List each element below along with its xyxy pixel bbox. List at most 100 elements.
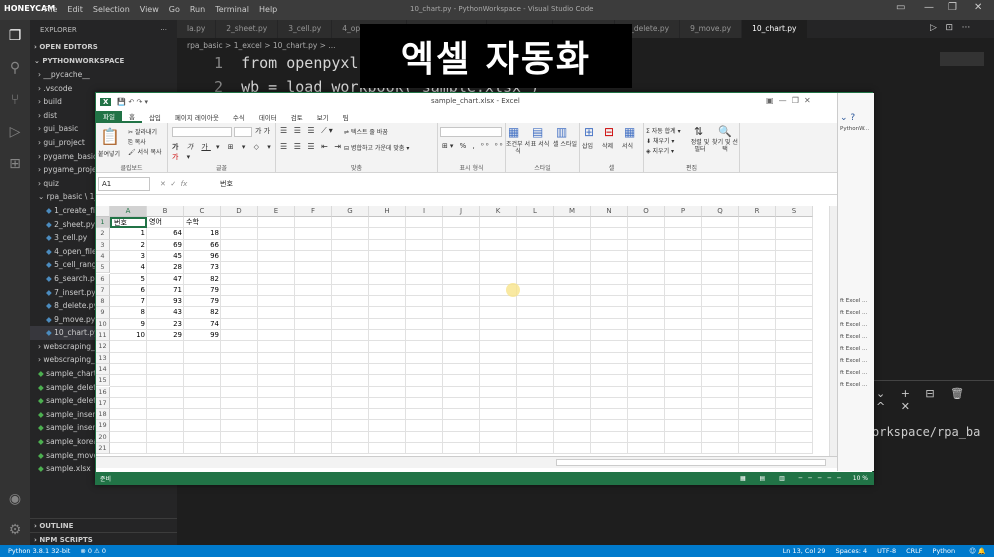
data-cell[interactable]: 28 (147, 262, 184, 273)
workspace-section[interactable]: ⌄ PYTHONWORKSPACE (30, 54, 177, 68)
editor-tab[interactable]: 2_sheet.py (216, 20, 279, 38)
grid-corner[interactable] (96, 206, 110, 217)
data-cell[interactable]: 69 (147, 240, 184, 251)
data-cell[interactable]: 5 (110, 274, 147, 285)
data-cell[interactable]: 2 (110, 240, 147, 251)
insert-cells-icon[interactable]: ⊞ (584, 125, 594, 139)
column-header[interactable]: A (110, 206, 147, 217)
data-cell[interactable]: 93 (147, 296, 184, 307)
data-cell[interactable]: 71 (147, 285, 184, 296)
maximize-button[interactable]: ❐ (948, 2, 957, 13)
row-header[interactable]: 17 (96, 397, 110, 410)
paste-button[interactable]: 붙여넣기 (98, 149, 120, 158)
data-cell[interactable]: 10 (110, 330, 147, 341)
side-panel-item[interactable]: ft Excel ... (838, 319, 874, 331)
format-painter-button[interactable]: 🖌 서식 복사 (128, 147, 162, 156)
header-cell[interactable]: 번호 (110, 217, 147, 229)
data-cell[interactable]: 82 (184, 307, 221, 318)
minimize-button[interactable]: — (924, 2, 934, 13)
wrap-text-button[interactable]: ⇌ 텍스트 줄 바꿈 (344, 127, 388, 136)
column-header[interactable]: M (554, 206, 591, 217)
row-header[interactable]: 6 (96, 273, 110, 285)
view-buttons[interactable]: ▦ ▤ ▥ ───── (740, 475, 847, 482)
menu-item-run[interactable]: Run (190, 5, 205, 14)
sort-filter-icon[interactable]: ⇅ (694, 125, 703, 138)
number-format-select[interactable] (440, 127, 502, 137)
data-cell[interactable]: 1 (110, 228, 147, 239)
cell-styles-button[interactable]: 셀 스타일 (552, 141, 578, 148)
worksheet-grid[interactable]: A B C D E F G H I J K L M N O P Q R S 1 2 3 4 5 6 7 8 9 10 11 12 13 14 15… (96, 206, 836, 456)
clear-button[interactable]: ◈ 지우기 ▾ (646, 146, 674, 155)
align-top-icons[interactable]: ☰ ☰ ☰ ⟋▾ (280, 126, 335, 136)
menu-item-selection[interactable]: Selection (93, 5, 130, 14)
search-icon[interactable]: ⚲ (0, 52, 30, 84)
column-header[interactable]: P (665, 206, 702, 217)
column-header[interactable]: L (517, 206, 554, 217)
minimap[interactable] (940, 52, 984, 66)
insert-cells-button[interactable]: 삽입 (582, 141, 593, 150)
row-header[interactable]: 14 (96, 363, 110, 376)
explorer-icon[interactable]: ❐ (0, 20, 30, 52)
encoding[interactable]: UTF-8 (877, 547, 896, 555)
side-panel-item[interactable]: ft Excel ... (838, 343, 874, 355)
data-cell[interactable]: 99 (184, 330, 221, 341)
end-of-line[interactable]: CRLF (906, 547, 922, 555)
ribbon-tab[interactable]: 수식 (226, 112, 252, 122)
data-cell[interactable]: 18 (184, 228, 221, 239)
column-header[interactable]: B (147, 206, 184, 217)
column-header[interactable]: G (332, 206, 369, 217)
row-header[interactable]: 11 (96, 330, 110, 342)
row-header[interactable]: 18 (96, 409, 110, 421)
more-actions-icon[interactable]: ··· (160, 20, 167, 40)
column-header[interactable]: Q (702, 206, 739, 217)
font-name-select[interactable] (172, 127, 232, 137)
row-header[interactable]: 20 (96, 431, 110, 443)
side-panel-item[interactable]: ft Excel ... (838, 379, 874, 391)
extensions-icon[interactable]: ⊞ (0, 148, 30, 180)
cursor-position[interactable]: Ln 13, Col 29 (783, 547, 826, 555)
find-select-button[interactable]: 찾기 및 선택 (712, 139, 738, 153)
name-box[interactable]: A1 (98, 176, 150, 191)
column-header[interactable]: C (184, 206, 221, 217)
column-header[interactable]: J (443, 206, 480, 217)
format-table-icon[interactable]: ▤ (532, 125, 543, 139)
header-cell[interactable]: 수학 (184, 217, 221, 228)
font-grow-icon[interactable]: 가 가 (255, 126, 270, 136)
side-panel-item[interactable]: ft Excel ... (838, 367, 874, 379)
source-control-icon[interactable]: ⑂ (0, 84, 30, 116)
conditional-format-icon[interactable]: ▦ (508, 125, 519, 139)
cut-button[interactable]: ✂ 잘라내기 (128, 127, 157, 136)
copy-button[interactable]: ⎘ 복사 (128, 137, 146, 147)
header-cell[interactable]: 영어 (147, 217, 184, 228)
row-header[interactable]: 4 (96, 250, 110, 263)
side-panel-item[interactable]: ft Excel ... (838, 295, 874, 307)
menu-item-edit[interactable]: Edit (67, 5, 83, 14)
editor-tab[interactable]: 9_move.py (680, 20, 743, 38)
settings-gear-icon[interactable]: ⚙ (0, 514, 30, 546)
font-style-buttons[interactable]: 가 가 가 ▾ ⊞ ▾ ◇ ▾ 가 ▾ (172, 142, 275, 162)
column-header[interactable]: N (591, 206, 628, 217)
find-select-icon[interactable]: 🔍 (718, 125, 732, 138)
ribbon-tab[interactable]: 파일 (96, 111, 122, 123)
vertical-scrollbar[interactable] (829, 206, 837, 456)
merge-center-button[interactable]: ⊟ 병합하고 가운데 맞춤 ▾ (344, 143, 409, 152)
data-cell[interactable]: 66 (184, 240, 221, 251)
editor-tab[interactable]: 10_chart.py (742, 20, 808, 38)
excel-window-controls[interactable]: ▣ — ❐ ✕ (766, 96, 811, 105)
menu-item-help[interactable]: Help (259, 5, 277, 14)
data-cell[interactable]: 64 (147, 228, 184, 239)
row-header[interactable]: 10 (96, 318, 110, 330)
format-table-button[interactable]: 표 서식 (530, 141, 550, 148)
column-header[interactable]: F (295, 206, 332, 217)
terminal-actions[interactable]: ⌄ + ⊟ 🗑 ^ ✕ (876, 387, 994, 413)
side-panel-item[interactable]: PythonW... (838, 123, 874, 135)
delete-cells-icon[interactable]: ⊟ (604, 125, 614, 139)
ribbon-tab[interactable]: 팀 (336, 112, 356, 122)
align-horizontal-icons[interactable]: ☰ ☰ ☰ ⇤ ⇥ (280, 142, 343, 151)
outline-section[interactable]: › OUTLINE (30, 518, 177, 532)
paste-icon[interactable]: 📋 (100, 127, 120, 146)
row-header[interactable]: 9 (96, 307, 110, 319)
excel-window[interactable]: X 💾 ↶ ↷ ▾ sample_chart.xlsx - Excel ▣ — … (95, 92, 874, 485)
menu-item-terminal[interactable]: Terminal (215, 5, 249, 14)
column-header[interactable]: E (258, 206, 295, 217)
